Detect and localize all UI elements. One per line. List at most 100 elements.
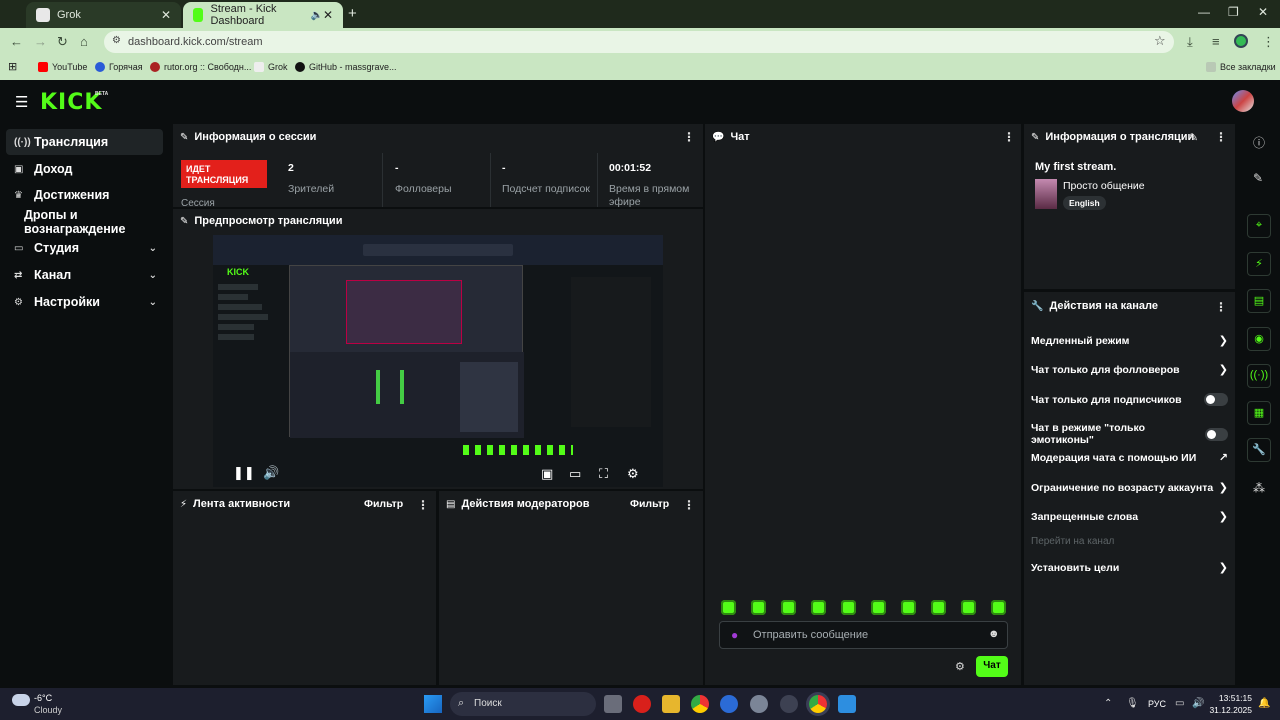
- tab-kick-dashboard[interactable]: Stream - Kick Dashboard 🔈 ✕: [183, 2, 343, 28]
- document-rail-button[interactable]: ▤: [1247, 289, 1271, 313]
- emote-icon[interactable]: [841, 600, 856, 615]
- microphone-icon[interactable]: ●: [731, 628, 738, 642]
- action-emote-only[interactable]: Чат в режиме "только эмотиконы": [1031, 422, 1228, 446]
- close-window-icon[interactable]: ✕: [1258, 5, 1268, 19]
- volume-icon[interactable]: 🔊: [263, 465, 279, 481]
- explorer-icon[interactable]: [662, 695, 680, 713]
- url-field[interactable]: ⚙ dashboard.kick.com/stream ☆: [104, 31, 1174, 53]
- tray-chevron-icon[interactable]: ⌃: [1104, 698, 1112, 709]
- sidebar-item-studio[interactable]: ▭ Студия ⌄: [6, 235, 163, 261]
- speaker-icon[interactable]: 🔈: [310, 10, 322, 21]
- sidebar-item-channel[interactable]: ⇄ Канал ⌄: [6, 262, 163, 288]
- bookmark-hot[interactable]: Горячая: [95, 62, 143, 72]
- sidebar-item-stream[interactable]: ((·)) Трансляция: [6, 129, 163, 155]
- emoji-icon[interactable]: ☻: [988, 628, 1000, 640]
- emote-icon[interactable]: [991, 600, 1006, 615]
- action-followers-only[interactable]: Чат только для фолловеров ❯: [1031, 363, 1228, 377]
- bookmark-youtube[interactable]: YouTube: [38, 62, 87, 72]
- language-indicator[interactable]: РУС: [1148, 699, 1166, 709]
- clock-time[interactable]: 13:51:15: [1218, 693, 1252, 703]
- bookmark-github[interactable]: GitHub - massgrave...: [295, 62, 397, 72]
- mod-menu-icon[interactable]: ⋮: [683, 498, 695, 512]
- chrome-icon[interactable]: [691, 695, 709, 713]
- chat-menu-icon[interactable]: ⋮: [1003, 130, 1015, 144]
- sidebar-item-drops[interactable]: Дропы и вознаграждение: [6, 208, 163, 236]
- chat-message-input[interactable]: ● Отправить сообщение ☻: [719, 621, 1008, 649]
- action-slow-mode[interactable]: Медленный режим ❯: [1031, 334, 1228, 348]
- subscribers-only-toggle[interactable]: [1204, 393, 1228, 406]
- close-tab-icon[interactable]: ✕: [161, 8, 171, 22]
- weather-desc[interactable]: Cloudy: [34, 705, 62, 715]
- network-icon[interactable]: ▭: [1175, 698, 1184, 709]
- windows-start-icon[interactable]: [424, 695, 442, 713]
- stream-preview-video[interactable]: KICK ❚❚ 🔊 ▣ ▭ ⛶ ⚙: [213, 235, 663, 487]
- layout-rail-button[interactable]: ▦: [1247, 401, 1271, 425]
- close-tab-icon[interactable]: ✕: [323, 8, 333, 22]
- reload-icon[interactable]: ↻: [57, 34, 68, 50]
- emote-icon[interactable]: [721, 600, 736, 615]
- chrome-active-icon[interactable]: [809, 695, 827, 713]
- download-icon[interactable]: ⤓: [1187, 34, 1193, 50]
- minimize-icon[interactable]: —: [1198, 5, 1210, 19]
- fullscreen-icon[interactable]: ⛶: [599, 466, 608, 482]
- clock-date[interactable]: 31.12.2025: [1204, 705, 1252, 715]
- emote-icon[interactable]: [901, 600, 916, 615]
- sidebar-item-income[interactable]: ▣ Доход: [6, 156, 163, 182]
- bookmark-rutor[interactable]: rutor.org :: Свободн...: [150, 62, 251, 72]
- info-icon[interactable]: ⓘ: [1253, 134, 1265, 151]
- site-info-icon[interactable]: ⚙: [112, 35, 121, 46]
- edit-icon[interactable]: ✎: [1189, 131, 1198, 144]
- task-view-icon[interactable]: [604, 695, 622, 713]
- emote-only-toggle[interactable]: [1204, 427, 1228, 441]
- chat-rail-button[interactable]: ◉: [1247, 327, 1271, 351]
- channel-actions-menu-icon[interactable]: ⋮: [1215, 300, 1227, 314]
- sidebar-item-settings[interactable]: ⚙ Настройки ⌄: [6, 289, 163, 315]
- emote-icon[interactable]: [931, 600, 946, 615]
- taskbar-search[interactable]: ⌕ Поиск: [450, 692, 596, 716]
- session-menu-icon[interactable]: ⋮: [683, 130, 695, 144]
- bookmark-star-icon[interactable]: ☆: [1154, 33, 1166, 49]
- menu-icon[interactable]: ⋮: [1262, 34, 1275, 50]
- action-set-goals[interactable]: Установить цели ❯: [1031, 561, 1228, 575]
- emote-icon[interactable]: [781, 600, 796, 615]
- broadcast-rail-button[interactable]: ((·)): [1247, 364, 1271, 388]
- emote-icon[interactable]: [751, 600, 766, 615]
- kick-logo[interactable]: KICK: [40, 90, 102, 115]
- chat-settings-icon[interactable]: ⚙: [955, 660, 965, 673]
- apps-icon[interactable]: ⊞: [8, 60, 17, 73]
- microphone-tray-icon[interactable]: 🎙: [1126, 698, 1139, 709]
- mod-filter-button[interactable]: Фильтр: [630, 498, 669, 510]
- all-bookmarks[interactable]: Все закладки: [1206, 62, 1276, 72]
- home-icon[interactable]: ⌂: [80, 34, 88, 49]
- restore-icon[interactable]: ❐: [1228, 5, 1239, 19]
- obs-icon[interactable]: [780, 695, 798, 713]
- tab-grok[interactable]: Grok ✕: [26, 2, 181, 28]
- notification-icon[interactable]: 🔔: [1258, 698, 1270, 709]
- emote-icon[interactable]: [961, 600, 976, 615]
- volume-tray-icon[interactable]: 🔊: [1192, 698, 1204, 709]
- queue-icon[interactable]: ≡: [1212, 34, 1220, 49]
- screenshot-rail-button[interactable]: ⌖: [1247, 214, 1271, 238]
- emote-icon[interactable]: [811, 600, 826, 615]
- sidebar-item-achievements[interactable]: ♛ Достижения: [6, 182, 163, 208]
- action-go-to-channel[interactable]: Перейти на канал: [1031, 536, 1228, 547]
- yandex-icon[interactable]: [633, 695, 651, 713]
- settings-icon[interactable]: ⚙: [627, 466, 639, 482]
- action-account-age[interactable]: Ограничение по возрасту аккаунта ❯: [1031, 481, 1228, 495]
- bookmark-grok[interactable]: Grok: [254, 62, 288, 72]
- lightning-rail-button[interactable]: ⚡: [1247, 252, 1271, 276]
- user-avatar[interactable]: [1232, 90, 1254, 112]
- action-banned-words[interactable]: Запрещенные слова ❯: [1031, 510, 1228, 524]
- back-icon[interactable]: ←: [10, 34, 23, 49]
- edit-rail-icon[interactable]: ✎: [1253, 171, 1263, 185]
- action-ai-moderation[interactable]: Модерация чата с помощью ИИ ↗: [1031, 451, 1228, 465]
- theater-icon[interactable]: ▭: [569, 466, 581, 482]
- hamburger-menu-icon[interactable]: ☰: [15, 93, 28, 111]
- emote-icon[interactable]: [871, 600, 886, 615]
- profile-icon[interactable]: [1234, 34, 1248, 48]
- app-icon[interactable]: [720, 695, 738, 713]
- activity-filter-button[interactable]: Фильтр: [364, 498, 403, 510]
- wrench-rail-button[interactable]: 🔧: [1247, 438, 1271, 462]
- forward-icon[interactable]: →: [34, 34, 47, 49]
- app2-icon[interactable]: [838, 695, 856, 713]
